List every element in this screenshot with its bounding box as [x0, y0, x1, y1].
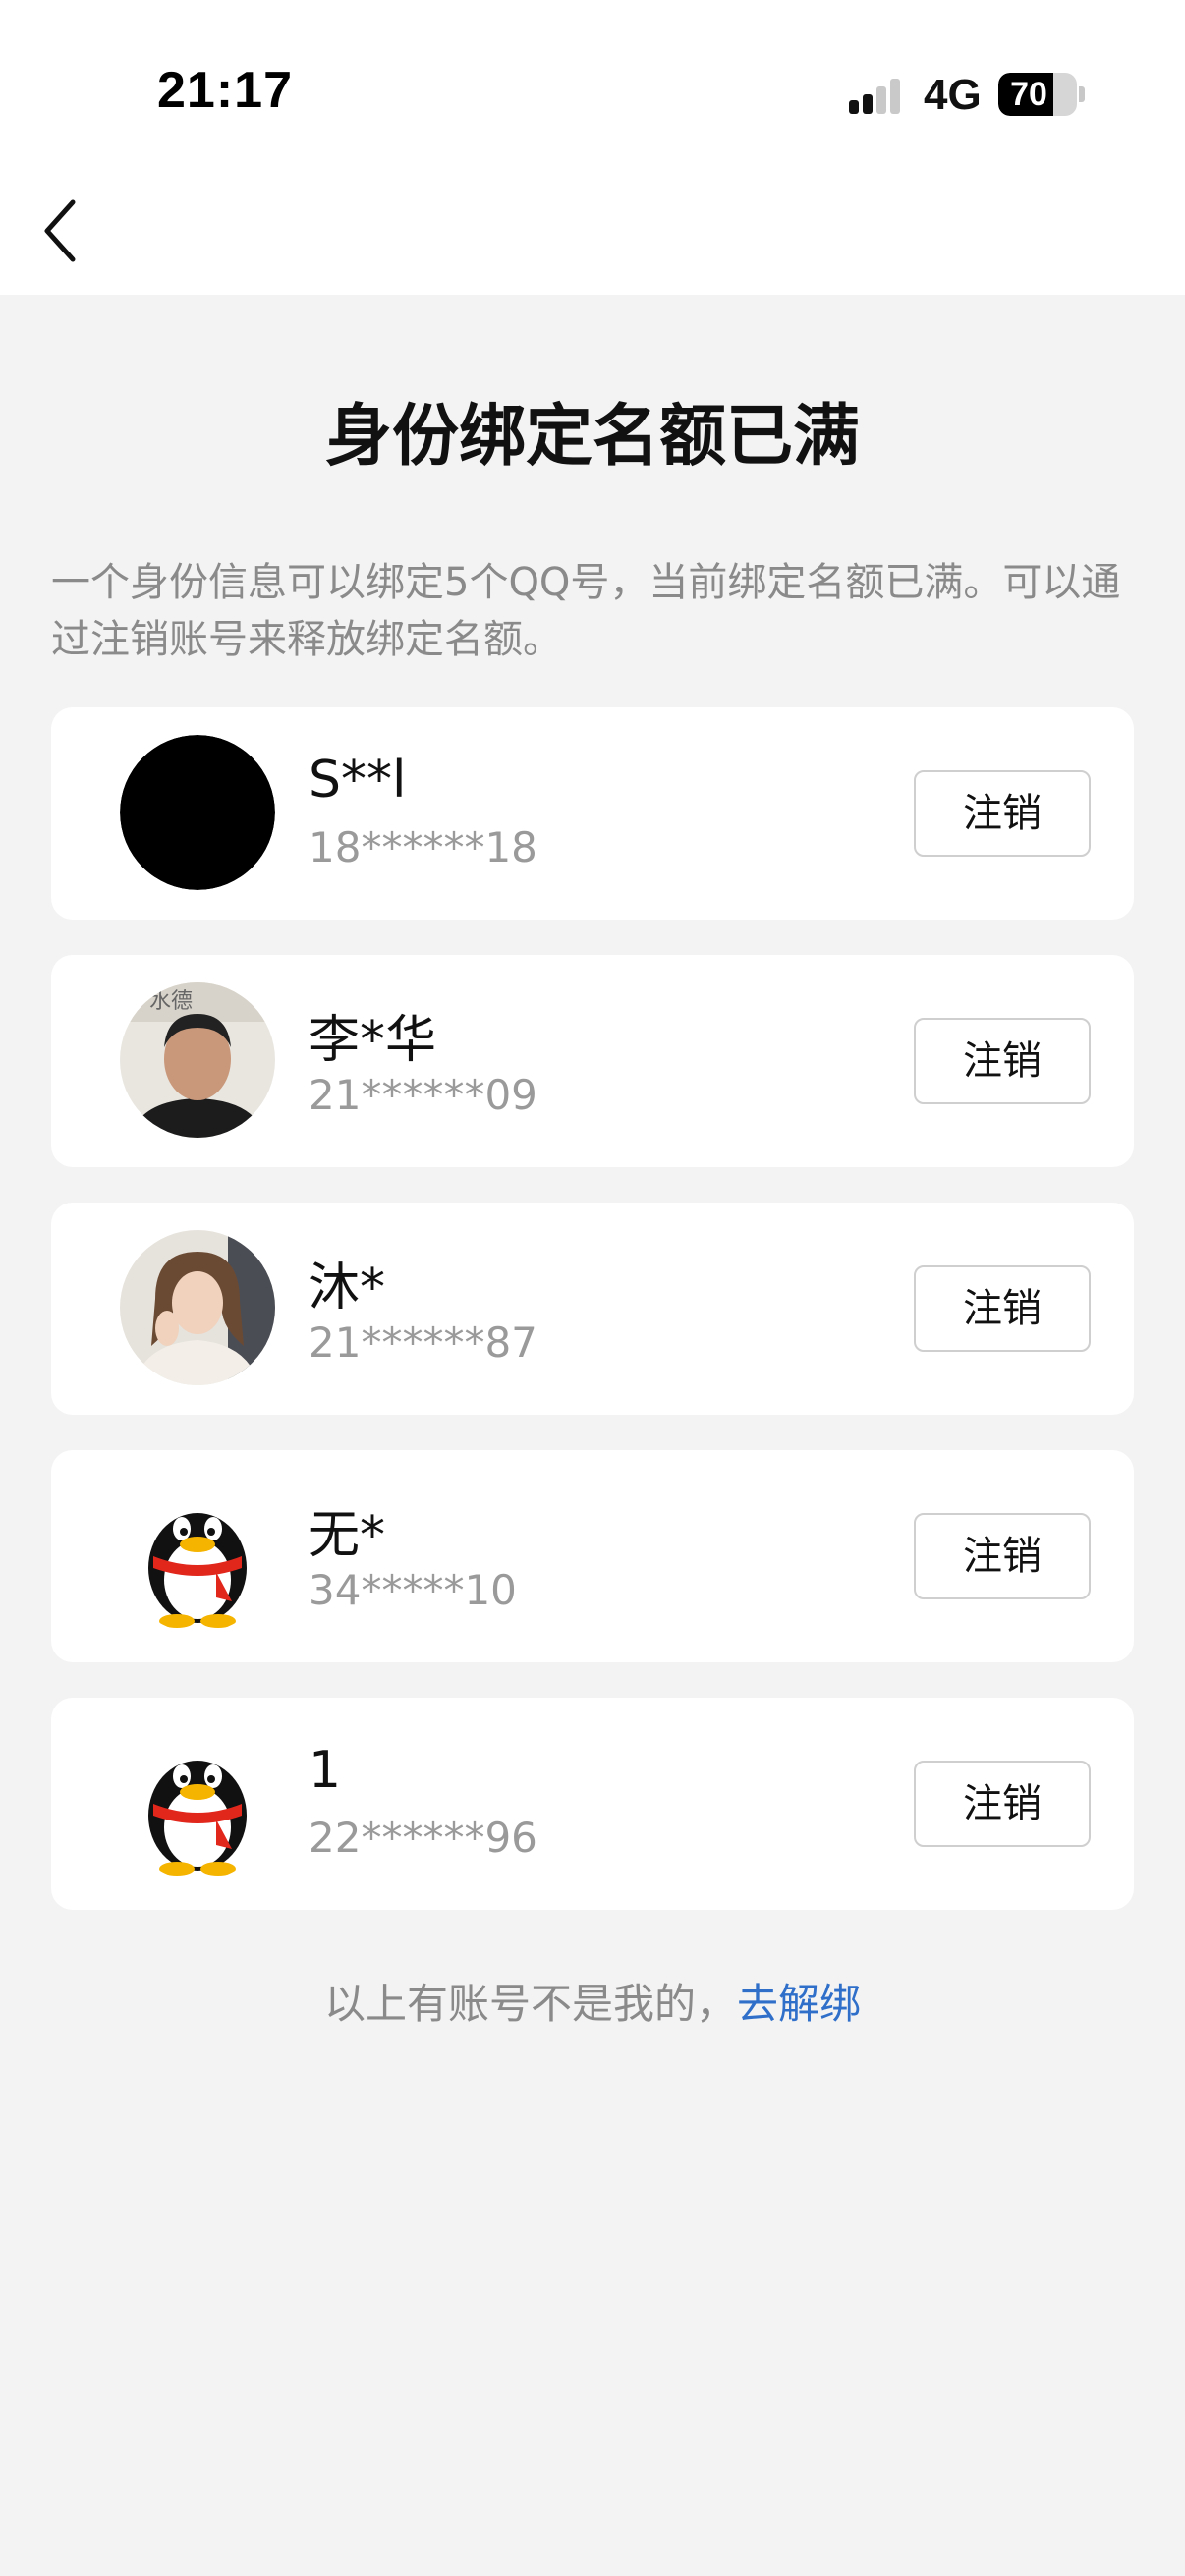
account-name: 1 — [309, 1741, 342, 1800]
network-type: 4G — [924, 71, 982, 119]
account-name: 沐* — [309, 1259, 386, 1317]
footer-text: 以上有账号不是我的， — [323, 1980, 737, 2028]
page-title: 身份绑定名额已满 — [324, 398, 860, 476]
battery-icon: 70 — [998, 73, 1077, 116]
woman-photo-avatar-icon — [120, 1230, 275, 1385]
qq-penguin-icon — [120, 1478, 275, 1633]
account-name: S**l — [309, 751, 407, 810]
account-name: 李*华 — [309, 1011, 437, 1070]
account-number: 34*****10 — [309, 1566, 517, 1614]
cancel-account-button[interactable]: 注销 — [914, 1761, 1091, 1847]
avatar — [120, 1230, 275, 1385]
account-number: 18******18 — [309, 823, 537, 871]
cancel-account-button[interactable]: 注销 — [914, 1265, 1091, 1352]
cancel-account-button[interactable]: 注销 — [914, 1018, 1091, 1104]
svg-text:水德: 水德 — [149, 989, 193, 1014]
qq-penguin-icon — [120, 1725, 275, 1880]
account-card: 1 22******96 注销 — [51, 1698, 1134, 1910]
avatar: 水德 — [120, 982, 275, 1138]
account-card: S**l 18******18 注销 — [51, 707, 1134, 920]
account-card: 水德 李*华 21******09 注销 — [51, 955, 1134, 1167]
back-button[interactable] — [29, 187, 98, 275]
footer-note: 以上有账号不是我的，去解绑 — [0, 1971, 1185, 2031]
account-name: 无* — [309, 1506, 386, 1565]
avatar — [120, 1478, 275, 1633]
avatar — [120, 1725, 275, 1880]
account-card: 无* 34*****10 注销 — [51, 1450, 1134, 1662]
signal-icon — [849, 79, 900, 114]
account-list: S**l 18******18 注销 水德 李*华 21******09 注销 — [51, 707, 1134, 1945]
chevron-left-icon — [44, 199, 76, 262]
unbind-link[interactable]: 去解绑 — [737, 1980, 861, 2028]
top-bar: 21:17 4G 70 — [0, 0, 1185, 295]
account-number: 21******87 — [309, 1318, 537, 1367]
battery-cap — [1079, 86, 1085, 102]
battery-level: 70 — [1010, 76, 1047, 113]
cancel-account-button[interactable]: 注销 — [914, 1513, 1091, 1599]
avatar — [120, 735, 275, 890]
status-time: 21:17 — [157, 62, 293, 119]
cancel-account-button[interactable]: 注销 — [914, 770, 1091, 857]
account-number: 21******09 — [309, 1071, 537, 1119]
page-description: 一个身份信息可以绑定5个QQ号，当前绑定名额已满。可以通过注销账号来释放绑定名额… — [51, 560, 1121, 662]
black-circle-avatar-icon — [120, 735, 275, 890]
man-photo-avatar-icon: 水德 — [120, 982, 275, 1138]
account-number: 22******96 — [309, 1814, 537, 1862]
account-card: 沐* 21******87 注销 — [51, 1203, 1134, 1415]
